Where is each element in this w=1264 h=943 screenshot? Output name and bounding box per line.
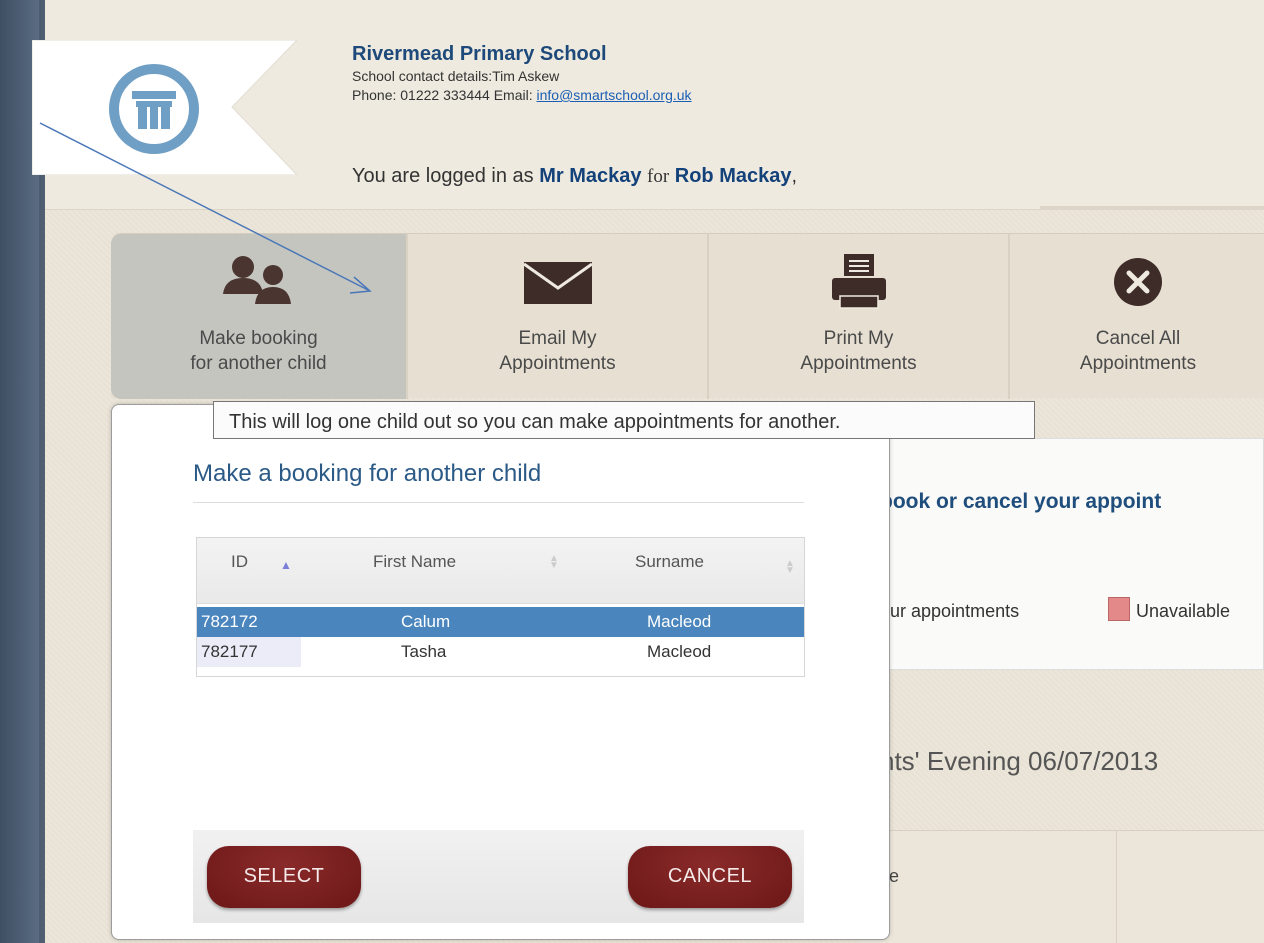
- trailing-comma: ,: [791, 165, 798, 187]
- school-name: Rivermead Primary School: [352, 43, 607, 65]
- table-divider: [1116, 831, 1117, 943]
- cancel-button[interactable]: CANCEL: [628, 846, 792, 908]
- legend-unavailable-label: Unavailable: [1136, 601, 1231, 621]
- for-word: for: [647, 166, 670, 187]
- sort-both-icon[interactable]: ▲ ▼: [549, 554, 559, 571]
- logged-in-status: You are logged in as Mr Mackay for Rob M…: [352, 165, 797, 188]
- contact-details: School contact details:Tim Askew: [352, 68, 560, 84]
- cancel-circle-icon: [1110, 254, 1166, 315]
- select-button[interactable]: SELECT: [207, 846, 361, 908]
- child-name: Rob Mackay: [674, 165, 792, 187]
- sort-asc-icon[interactable]: ▲: [280, 558, 292, 572]
- cell-id: 782172: [201, 612, 258, 631]
- tb-label-cancel-all: Cancel All Appointments: [1079, 328, 1197, 374]
- column-header-first-name[interactable]: First Name: [373, 552, 456, 572]
- grid-header: ID ▲ First Name ▲ ▼ Surname ▲ ▼: [197, 538, 804, 604]
- column-header-surname[interactable]: Surname: [635, 552, 704, 572]
- cancel-all-appointments-button[interactable]: Cancel All Appointments: [1010, 234, 1264, 399]
- phone-email-line: Phone: 01222 333444 Email: info@smartsch…: [352, 87, 692, 103]
- envelope-icon: [522, 260, 594, 311]
- modal-title-divider: [193, 502, 804, 503]
- email-link[interactable]: info@smartschool.org.uk: [537, 87, 692, 103]
- table-row[interactable]: 782172 Calum Macleod: [197, 607, 804, 637]
- appointments-table-header: [860, 830, 1264, 943]
- tooltip: This will log one child out so you can m…: [213, 401, 1035, 439]
- action-toolbar: Make booking for another child Email My …: [111, 233, 1264, 399]
- print-appointments-button[interactable]: Print My Appointments: [709, 234, 1010, 399]
- email-appointments-button[interactable]: Email My Appointments: [408, 234, 709, 399]
- column-header-id[interactable]: ID: [231, 552, 248, 572]
- cell-first-name: Calum: [401, 612, 451, 631]
- legend-your-appointments: our appointments: [880, 601, 1020, 621]
- children-grid: ID ▲ First Name ▲ ▼ Surname ▲ ▼ 782172 Cal…: [196, 537, 805, 677]
- users-icon: [217, 254, 301, 315]
- sort-both-icon[interactable]: ▲ ▼: [785, 559, 795, 576]
- phone-label: Phone:: [352, 87, 397, 103]
- school-logo-icon: [108, 63, 200, 155]
- tb-label-print: Print My Appointments: [800, 328, 917, 374]
- make-booking-another-child-button[interactable]: Make booking for another child: [111, 234, 408, 399]
- cell-first-name: Tasha: [401, 642, 447, 661]
- booking-info-panel: [860, 438, 1264, 670]
- parents-evening-title: nts' Evening 06/07/2013: [880, 746, 1159, 776]
- logged-in-prefix: You are logged in as: [352, 165, 534, 187]
- booking-heading: book or cancel your appoint: [880, 490, 1162, 513]
- tb-label-email: Email My Appointments: [499, 328, 616, 374]
- cell-surname: Macleod: [647, 642, 712, 661]
- table-row[interactable]: 782177 Tasha Macleod: [197, 637, 804, 667]
- cell-id: 782177: [197, 637, 301, 667]
- user-name: Mr Mackay: [539, 165, 642, 187]
- cell-surname: Macleod: [647, 612, 712, 631]
- modal-title: Make a booking for another child: [193, 460, 542, 487]
- printer-icon: [828, 252, 890, 317]
- phone-number: 01222 333444: [400, 87, 490, 103]
- tb-label-make-booking: Make booking for another child: [190, 328, 327, 374]
- email-label: Email:: [493, 87, 533, 103]
- legend-unavailable-swatch: [1108, 597, 1130, 621]
